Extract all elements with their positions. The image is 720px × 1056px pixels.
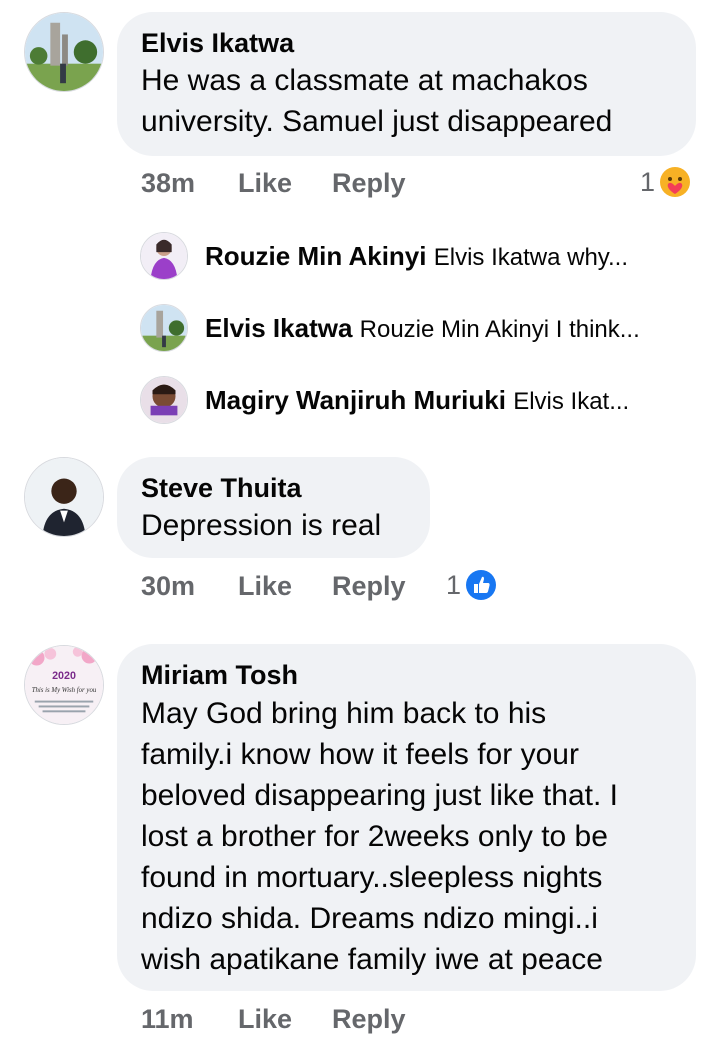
reply-text: Elvis Ikatwa why... <box>433 244 629 271</box>
reply-button[interactable]: Reply <box>332 1004 406 1035</box>
comment-bubble: Elvis Ikatwa He was a classmate at macha… <box>117 12 696 156</box>
comment-actions: 38m Like Reply <box>141 168 541 202</box>
reply-button[interactable]: Reply <box>332 168 406 199</box>
care-reaction-icon <box>659 166 691 198</box>
comment-text-line: ndizo shida. Dreams ndizo mingi..i <box>141 902 598 935</box>
reply-author[interactable]: Magiry Wanjiruh Muriuki <box>205 385 506 415</box>
comment-text-line: family.i know how it feels for your <box>141 738 579 771</box>
reaction-count: 1 <box>446 569 462 600</box>
like-button[interactable]: Like <box>238 168 292 199</box>
reply-text: Rouzie Min Akinyi I think... <box>359 316 640 343</box>
comment-text-line: university. Samuel just disappeared <box>141 105 613 138</box>
avatar[interactable] <box>140 232 188 280</box>
comment-author[interactable]: Steve Thuita <box>141 473 302 504</box>
avatar[interactable] <box>24 12 104 92</box>
reaction-count: 1 <box>640 166 656 197</box>
like-button[interactable]: Like <box>238 571 292 602</box>
reply-preview[interactable]: Rouzie Min Akinyi Elvis Ikatwa why... <box>205 241 628 272</box>
avatar-title-text: This is My Wish for you <box>32 687 97 694</box>
avatar[interactable] <box>140 376 188 424</box>
comment-text-line: Depression is real <box>141 509 382 542</box>
comment-text-line: wish apatikane family iwe at peace <box>141 943 603 976</box>
like-reaction-icon <box>465 569 497 601</box>
comment-text-line: He was a classmate at machakos <box>141 64 588 97</box>
reply-text: Elvis Ikat... <box>513 388 630 415</box>
reaction-summary[interactable]: 1 <box>446 569 497 601</box>
comment-actions: 30m Like Reply <box>141 571 441 605</box>
avatar-year-text: 2020 <box>52 670 76 682</box>
reply-preview[interactable]: Elvis Ikatwa Rouzie Min Akinyi I think..… <box>205 313 640 344</box>
comment-time: 30m <box>141 571 196 601</box>
comment-author[interactable]: Elvis Ikatwa <box>141 28 294 59</box>
reply-preview[interactable]: Magiry Wanjiruh Muriuki Elvis Ikat... <box>205 385 629 416</box>
comment-time: 38m <box>141 168 196 198</box>
reaction-summary[interactable]: 1 <box>640 166 691 198</box>
comment-author[interactable]: Miriam Tosh <box>141 660 298 691</box>
comment-text-line: beloved disappearing just like that. I <box>141 779 618 812</box>
reply-author[interactable]: Elvis Ikatwa <box>205 313 352 343</box>
comment-bubble: Steve Thuita Depression is real <box>117 457 430 558</box>
reply-button[interactable]: Reply <box>332 571 406 602</box>
avatar[interactable]: 2020 This is My Wish for you <box>24 645 104 725</box>
comment-bubble: Miriam Tosh May God bring him back to hi… <box>117 644 696 991</box>
like-button[interactable]: Like <box>238 1004 292 1035</box>
avatar[interactable] <box>140 304 188 352</box>
comment-text-line: lost a brother for 2weeks only to be <box>141 820 608 853</box>
comment-text-line: found in mortuary..sleepless nights <box>141 861 603 894</box>
avatar[interactable] <box>24 457 104 537</box>
comment-actions: 11m Like Reply <box>141 1004 441 1038</box>
comment-text-line: May God bring him back to his <box>141 697 547 730</box>
reply-author[interactable]: Rouzie Min Akinyi <box>205 241 427 271</box>
comment-time: 11m <box>141 1004 194 1034</box>
